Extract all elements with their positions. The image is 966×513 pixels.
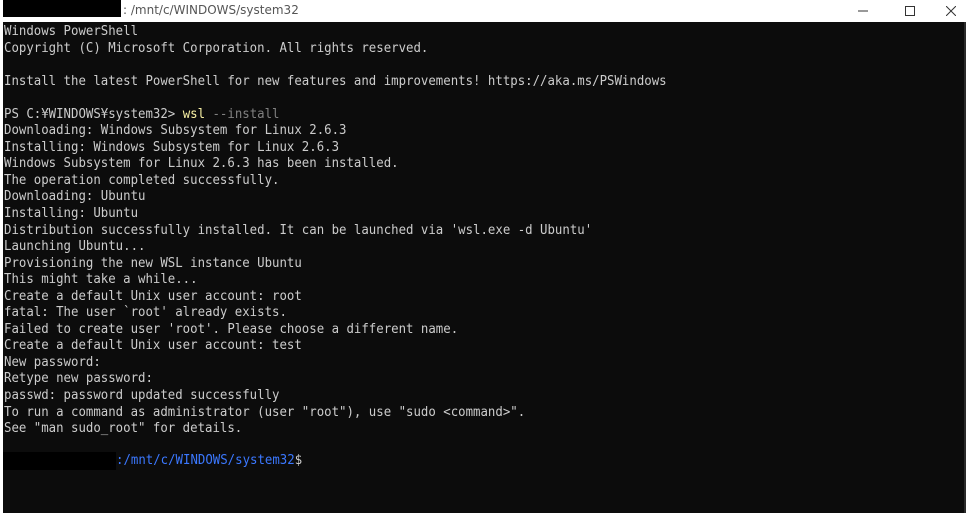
terminal-line: Create a default Unix user account: root [4,288,302,304]
bash-prompt: :/mnt/c/WINDOWS/system32$ [116,452,302,470]
terminal-line: Downloading: Windows Subsystem for Linux… [4,123,347,139]
ps-command-line: PS C:¥WINDOWS¥system32> wsl --install [4,107,667,124]
terminal-line: Installing: Windows Subsystem for Linux … [4,139,340,155]
maximize-icon [905,6,915,16]
redacted-user-host [3,452,116,470]
terminal-line: Downloading: Ubuntu [4,189,146,205]
title-bar[interactable]: : /mnt/c/WINDOWS/system32 [0,0,966,22]
redacted-title-prefix [3,0,121,17]
bash-prompt-line[interactable]: :/mnt/c/WINDOWS/system32$ [0,452,400,470]
terminal-line: Windows PowerShell [4,24,139,39]
maximize-button[interactable] [890,0,930,22]
window-left-edge [0,22,3,513]
terminal-line: Retype new password: [4,371,153,387]
close-button[interactable] [936,0,966,22]
terminal-line: Installing: Ubuntu [4,206,139,222]
ps-prompt: PS C:¥WINDOWS¥system32> [4,106,183,122]
terminal-line: To run a command as administrator (user … [4,404,526,420]
ps-command: wsl [182,106,206,122]
terminal-line: New password: [4,354,101,370]
terminal-line: Install the latest PowerShell for new fe… [4,73,667,89]
terminal-line: passwd: password updated successfully [4,388,280,404]
bash-prompt-path: :/mnt/c/WINDOWS/system32 [116,453,295,468]
terminal-line: Launching Ubuntu... [4,239,146,255]
window-title: : /mnt/c/WINDOWS/system32 [123,3,299,17]
terminal-line: The operation completed successfully. [4,172,280,188]
terminal-line: Provisioning the new WSL instance Ubuntu [4,255,302,271]
terminal-line: This might take a while... [4,272,198,288]
close-icon [946,6,956,16]
ps-command-args: --install [205,106,280,122]
terminal-line: Distribution successfully installed. It … [4,222,593,238]
terminal-line: Create a default Unix user account: test [4,338,302,354]
terminal-lines: Windows PowerShell Copyright (C) Microso… [4,24,716,438]
terminal-line: Failed to create user 'root'. Please cho… [4,321,459,337]
terminal-line: fatal: The user `root' already exists. [4,305,287,321]
terminal-line: Windows Subsystem for Linux 2.6.3 has be… [4,156,399,172]
terminal-line: See "man sudo_root" for details. [4,421,243,437]
minimize-icon [858,10,868,12]
terminal-line: Copyright (C) Microsoft Corporation. All… [4,40,429,56]
minimize-button[interactable] [843,0,883,22]
bash-prompt-symbol: $ [294,453,303,468]
